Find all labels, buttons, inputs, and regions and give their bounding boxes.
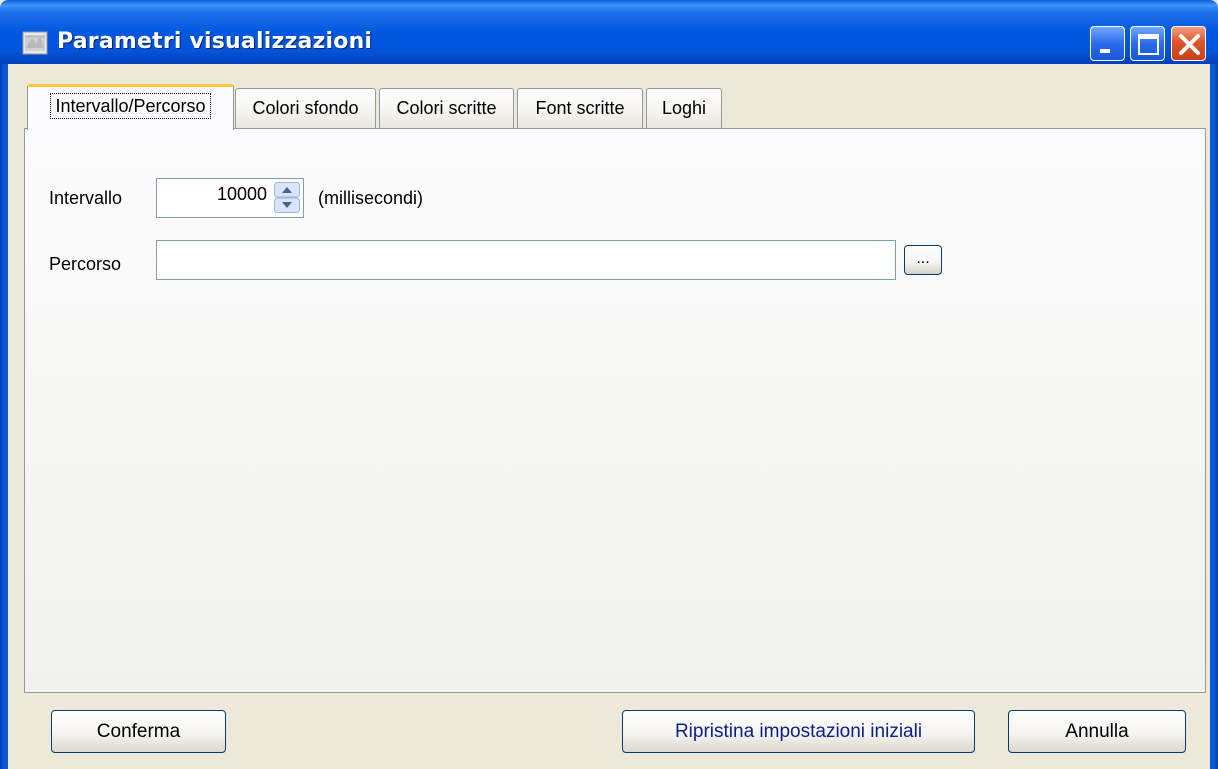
close-button[interactable] <box>1171 26 1206 61</box>
browse-button[interactable]: ... <box>904 245 942 275</box>
close-icon <box>1179 34 1200 55</box>
interval-value[interactable]: 10000 <box>217 184 267 205</box>
confirm-button[interactable]: Conferma <box>51 710 226 753</box>
window-frame-right <box>1210 64 1218 769</box>
dialog-window: Parametri visualizzazioni Intervallo/Per… <box>0 0 1218 769</box>
tab-colori-scritte[interactable]: Colori scritte <box>379 88 514 128</box>
tab-panel: Intervallo 10000 (millisecondi) Percorso… <box>24 128 1206 693</box>
minimize-icon <box>1100 49 1110 53</box>
interval-label: Intervallo <box>49 188 123 208</box>
maximize-icon <box>1138 34 1159 55</box>
window-title: Parametri visualizzazioni <box>57 29 373 54</box>
tab-label: Colori sfondo <box>252 98 359 118</box>
interval-unit-label: (millisecondi) <box>318 188 424 208</box>
interval-stepper[interactable]: 10000 <box>156 178 304 218</box>
tab-loghi[interactable]: Loghi <box>646 88 722 128</box>
maximize-button[interactable] <box>1130 26 1165 61</box>
browse-button-label: ... <box>916 250 930 267</box>
reset-button[interactable]: Ripristina impostazioni iniziali <box>622 710 975 753</box>
tab-label: Loghi <box>661 98 707 118</box>
path-label: Percorso <box>49 254 122 274</box>
reset-button-label: Ripristina impostazioni iniziali <box>674 721 923 742</box>
tab-intervallo-percorso[interactable]: Intervallo/Percorso <box>27 84 234 130</box>
tab-colori-sfondo[interactable]: Colori sfondo <box>235 88 376 128</box>
confirm-button-label: Conferma <box>96 721 181 742</box>
tab-label: Colori scritte <box>396 98 497 118</box>
title-bar[interactable]: Parametri visualizzazioni <box>0 0 1218 64</box>
cancel-button-label: Annulla <box>1065 721 1129 742</box>
minimize-button[interactable] <box>1090 26 1125 61</box>
spin-buttons[interactable] <box>274 182 300 213</box>
tab-label: Font scritte <box>535 98 625 118</box>
tab-font-scritte[interactable]: Font scritte <box>517 88 643 128</box>
path-input[interactable] <box>156 240 896 280</box>
tab-label: Intervallo/Percorso <box>50 93 211 119</box>
cancel-button[interactable]: Annulla <box>1008 710 1186 753</box>
window-frame-left <box>0 64 8 769</box>
app-window-icon <box>22 31 48 55</box>
